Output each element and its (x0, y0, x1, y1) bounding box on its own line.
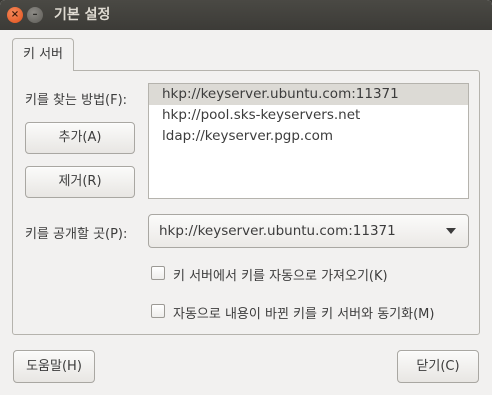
remove-button[interactable]: 제거(R) (25, 166, 135, 198)
auto-retrieve-checkbox[interactable] (151, 266, 165, 280)
publish-keyserver-value: hkp://keyserver.ubuntu.com:11371 (159, 223, 396, 239)
auto-sync-label[interactable]: 자동으로 내용이 바뀐 키를 키 서버와 동기화(M) (173, 303, 434, 322)
list-item[interactable]: hkp://pool.sks-keyservers.net (149, 105, 468, 126)
list-item[interactable]: ldap://keyserver.pgp.com (149, 126, 468, 147)
tab-keyservers-label: 키 서버 (22, 47, 63, 62)
close-icon[interactable]: × (7, 7, 23, 23)
publish-keys-label: 키를 공개할 곳(P): (25, 227, 128, 242)
minimize-icon[interactable]: – (27, 7, 43, 23)
tab-keyservers[interactable]: 키 서버 (12, 38, 74, 71)
find-keys-label: 키를 찾는 방법(F): (25, 93, 128, 108)
auto-sync-checkbox[interactable] (151, 304, 165, 318)
keyserver-list[interactable]: hkp://keyserver.ubuntu.com:11371 hkp://p… (148, 83, 469, 199)
chevron-down-icon (446, 228, 456, 234)
publish-keyserver-select[interactable]: hkp://keyserver.ubuntu.com:11371 (148, 214, 469, 248)
window-title: 기본 설정 (54, 7, 111, 23)
title-bar: × – 기본 설정 (0, 0, 492, 30)
add-button[interactable]: 추가(A) (25, 122, 135, 154)
auto-retrieve-label[interactable]: 키 서버에서 키를 자동으로 가져오기(K) (173, 265, 388, 284)
help-button[interactable]: 도움말(H) (13, 350, 95, 383)
close-button[interactable]: 닫기(C) (397, 350, 479, 383)
list-item[interactable]: hkp://keyserver.ubuntu.com:11371 (149, 84, 468, 105)
preferences-window: × – 기본 설정 키 서버 키를 찾는 방법(F): 추가(A) 제거(R) … (0, 0, 492, 395)
